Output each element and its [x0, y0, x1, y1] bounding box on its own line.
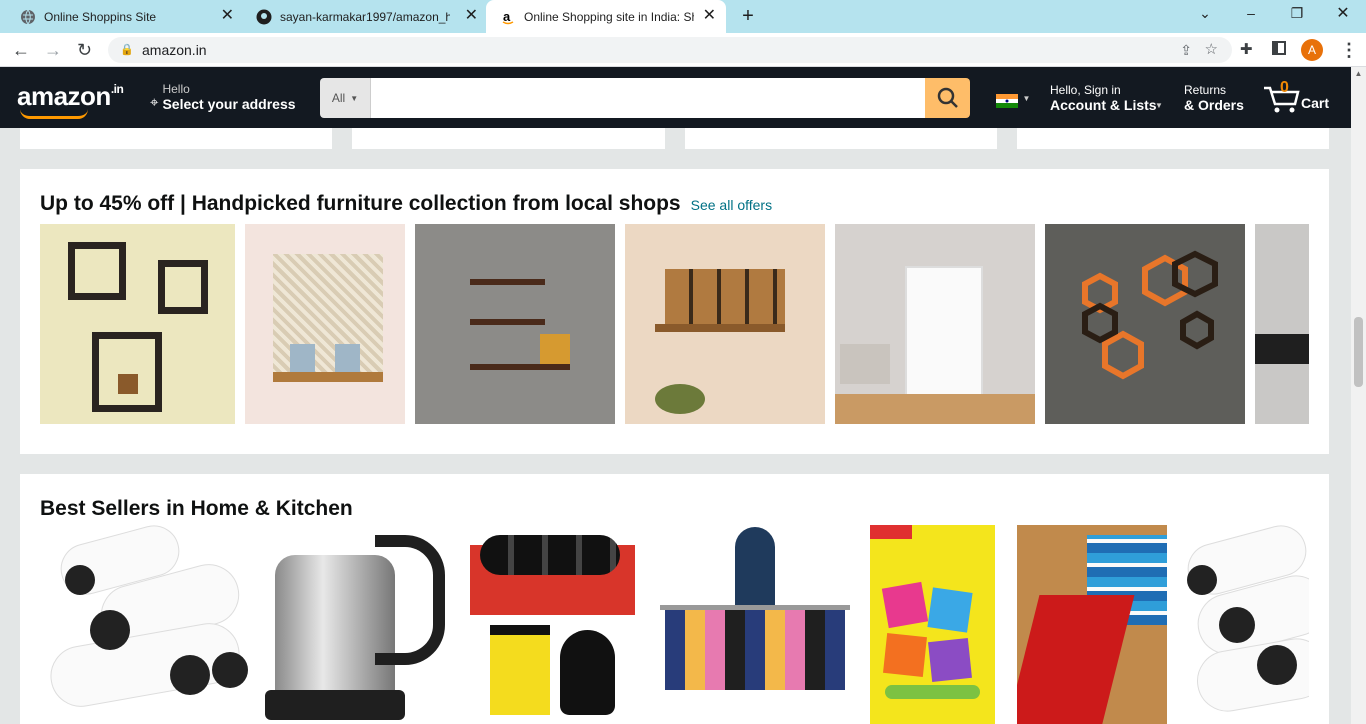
bookmark-star-icon[interactable]: ☆ [1205, 37, 1218, 63]
product-image-garbage-bags-2[interactable] [1177, 525, 1309, 724]
back-icon[interactable]: ← [12, 40, 30, 60]
profile-avatar[interactable]: A [1301, 39, 1323, 61]
returns-orders-link[interactable]: Returns & Orders [1184, 83, 1244, 113]
category-card-bottom [352, 128, 665, 149]
search-input[interactable] [371, 78, 925, 118]
account-greeting: Hello, Sign in [1050, 83, 1121, 97]
minimize-icon[interactable]: – [1228, 0, 1274, 26]
url-field[interactable]: 🔒 amazon.in ⇪ ☆ [108, 37, 1232, 63]
share-icon[interactable]: ⇪ [1180, 37, 1192, 63]
cart-count: 0 [1280, 79, 1289, 96]
svg-text:a: a [503, 9, 511, 24]
product-image-hexagon-shelves[interactable] [1045, 224, 1245, 424]
close-window-icon[interactable]: ✕ [1320, 0, 1366, 26]
tab-search-icon[interactable]: ⌄ [1182, 0, 1228, 26]
location-pin-icon: ⌖ [150, 93, 159, 111]
search-bar: All ▼ [320, 78, 970, 118]
product-image-macrame-shelf[interactable] [245, 224, 405, 424]
account-lists-menu[interactable]: Hello, Sign in Account & Lists [1050, 83, 1157, 113]
cart-label: Cart [1301, 95, 1330, 111]
product-image-dustbin-bags[interactable] [460, 525, 645, 724]
address-label: Select your address [162, 96, 296, 112]
address-selector[interactable]: ⌖ Hello Select your address [150, 82, 296, 112]
bestsellers-card: Best Sellers in Home & Kitchen [20, 474, 1329, 724]
caret-down-icon: ▼ [350, 93, 359, 103]
see-all-offers-link[interactable]: See all offers [691, 197, 772, 213]
logo-suffix: .in [110, 82, 124, 97]
browser-tab-1[interactable]: Online Shoppins Site ✕ [0, 0, 244, 33]
scroll-up-arrow-icon[interactable]: ▲ [1351, 67, 1366, 81]
url-text: amazon.in [142, 42, 207, 58]
category-card-bottom [685, 128, 997, 149]
language-selector[interactable]: ▼ [996, 94, 1030, 113]
amazon-logo[interactable]: amazon.in [17, 81, 124, 112]
lock-icon[interactable]: 🔒 [120, 37, 134, 63]
orders-label: & Orders [1184, 97, 1244, 113]
close-tab-icon[interactable]: ✕ [465, 8, 478, 24]
browser-tab-3-active[interactable]: a Online Shopping site in India: Sh ✕ [486, 0, 726, 33]
extensions-icon[interactable]: ✚ [1240, 40, 1253, 60]
search-button[interactable] [925, 78, 970, 118]
account-label: Account & Lists [1050, 97, 1157, 113]
browser-tab-strip: Online Shoppins Site ✕ sayan-karmakar199… [0, 0, 1366, 33]
bestsellers-title: Best Sellers in Home & Kitchen [40, 497, 353, 520]
product-image-u-shelves[interactable] [415, 224, 615, 424]
category-card-bottom [20, 128, 332, 149]
amazon-icon: a [500, 9, 516, 25]
product-image-air-freshener[interactable] [870, 525, 995, 724]
restore-icon[interactable]: ❐ [1274, 0, 1320, 26]
tab-title: Online Shopping site in India: Sh [524, 9, 694, 24]
product-image-bedside-runner[interactable] [1017, 525, 1167, 724]
close-tab-icon[interactable]: ✕ [703, 8, 716, 24]
scrollbar-thumb[interactable] [1354, 317, 1363, 387]
github-icon [256, 9, 272, 25]
tab-title: sayan-karmakar1997/amazon_ho [280, 9, 450, 24]
logo-text: amazon [17, 81, 111, 111]
globe-icon [20, 9, 36, 25]
product-image-wooden-rack[interactable] [625, 224, 825, 424]
product-image-garbage-bags[interactable] [40, 525, 250, 724]
amazon-header: amazon.in ⌖ Hello Select your address Al… [0, 67, 1351, 128]
product-image-electric-kettle[interactable] [255, 525, 450, 724]
product-image-wall-shelves[interactable] [40, 224, 235, 424]
tab-title: Online Shoppins Site [44, 9, 157, 24]
furniture-offers-card: Up to 45% off | Handpicked furniture col… [20, 169, 1329, 454]
search-icon [937, 87, 958, 108]
reload-icon[interactable]: ↻ [77, 40, 92, 60]
category-card-bottom [1017, 128, 1329, 149]
caret-down-icon: ▼ [1022, 94, 1031, 103]
product-image-laptop-table[interactable] [1255, 224, 1309, 424]
product-image-bookshelf[interactable] [835, 224, 1035, 424]
returns-label: Returns [1184, 83, 1227, 97]
search-category-label: All [331, 91, 346, 105]
furniture-title: Up to 45% off | Handpicked furniture col… [40, 192, 681, 215]
address-bar-row: ← → ↻ 🔒 amazon.in ⇪ ☆ ✚ A ⋮ [0, 33, 1366, 67]
page-scrollbar[interactable]: ▲ [1351, 67, 1366, 724]
search-category-dropdown[interactable]: All ▼ [320, 78, 371, 118]
india-flag-icon [996, 94, 1018, 108]
new-tab-icon[interactable]: + [736, 3, 760, 29]
side-panel-icon[interactable] [1272, 41, 1286, 55]
address-greeting: Hello [162, 82, 190, 96]
caret-down-icon: ▼ [1155, 101, 1163, 110]
product-image-cloth-drying-stand[interactable] [655, 525, 855, 724]
close-tab-icon[interactable]: ✕ [221, 8, 234, 24]
section-title: Up to 45% off | Handpicked furniture col… [40, 192, 772, 216]
menu-kebab-icon[interactable]: ⋮ [1340, 40, 1358, 60]
browser-tab-2[interactable]: sayan-karmakar1997/amazon_ho ✕ [236, 0, 488, 33]
logo-smile [20, 109, 88, 119]
forward-icon[interactable]: → [44, 40, 62, 60]
cart-link[interactable]: 0 Cart [1262, 79, 1332, 115]
